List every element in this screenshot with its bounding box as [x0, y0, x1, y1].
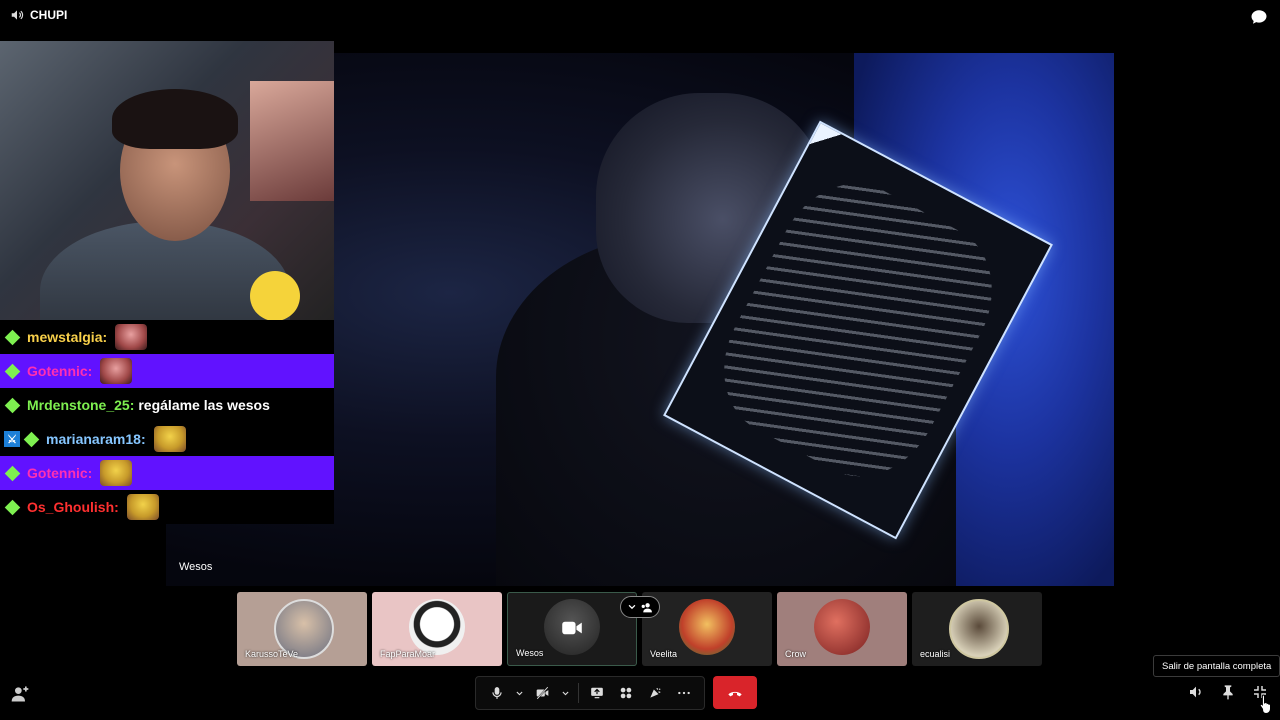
participant-tile[interactable]: Crow: [777, 592, 907, 666]
camera-options-button[interactable]: [561, 682, 571, 704]
chevron-down-icon: [516, 691, 523, 695]
chat-message: ⚔ marianaram18:: [0, 422, 334, 456]
chat-overlay: mewstalgia: Gotennic: Mrdenstone_25: reg…: [0, 320, 334, 524]
participant-tile[interactable]: FapParaMoar: [372, 592, 502, 666]
chevron-down-icon: [628, 604, 636, 610]
activities-icon: [620, 687, 631, 699]
camera-off-icon: [562, 621, 582, 635]
call-controls: [475, 676, 705, 710]
chat-username: Gotennic:: [27, 465, 93, 481]
speaker-icon: [11, 10, 24, 20]
badge-icon: [23, 431, 40, 447]
chevron-down-icon: [562, 691, 569, 695]
microphone-icon: [491, 687, 502, 699]
moderator-badge-icon: ⚔: [4, 431, 20, 447]
avatar: [679, 599, 735, 655]
participant-name: Veelita: [650, 649, 678, 659]
badge-icon: [4, 329, 21, 345]
chat-username: Mrdenstone_25:: [27, 397, 135, 413]
chat-username: Gotennic:: [27, 363, 93, 379]
participant-name: Crow: [785, 649, 807, 659]
avatar: [949, 599, 1009, 659]
divider: [577, 683, 579, 703]
avatar: [409, 599, 465, 655]
emote-icon: [100, 358, 133, 384]
chat-username: mewstalgia:: [27, 329, 108, 345]
camera-off-icon: [536, 686, 549, 700]
badge-icon: [4, 465, 21, 481]
channel-header: CHUPI: [10, 8, 67, 22]
poster: [250, 81, 334, 201]
participant-name: ecualisi: [920, 649, 951, 659]
emote-icon: [126, 494, 159, 520]
exit-fullscreen-tooltip: Salir de pantalla completa: [1153, 655, 1280, 677]
webcam-overlay: [0, 41, 334, 323]
more-icon: [677, 691, 690, 695]
participant-name: KarussoTeVe: [245, 649, 299, 659]
badge-icon: [4, 397, 21, 413]
mouse-cursor-icon: [1259, 694, 1271, 714]
screen-share-button[interactable]: [586, 682, 608, 704]
screen-share-icon: [590, 687, 603, 699]
soundboard-icon: [649, 687, 661, 698]
emote-icon: [153, 426, 186, 452]
volume-button[interactable]: [1186, 682, 1206, 702]
badge-icon: [4, 363, 21, 379]
chat-username: Os_Ghoulish:: [27, 499, 119, 515]
chat-message: Gotennic:: [0, 456, 334, 490]
webcam-person-hair: [112, 89, 238, 149]
people-icon: [641, 602, 652, 612]
mic-button[interactable]: [486, 682, 508, 704]
badge-icon: [4, 499, 21, 515]
hang-up-button[interactable]: [713, 676, 757, 709]
participant-tile[interactable]: ecualisi: [912, 592, 1042, 666]
chat-bubble-icon[interactable]: [1250, 8, 1268, 26]
chat-username: marianaram18:: [46, 431, 146, 447]
top-bar: CHUPI: [0, 0, 1280, 32]
activities-button[interactable]: [615, 682, 637, 704]
emote-icon: [100, 460, 133, 486]
channel-name: CHUPI: [30, 8, 68, 22]
mic-options-button[interactable]: [515, 682, 525, 704]
main-video-label: Wesos: [179, 561, 213, 573]
camera-button[interactable]: [532, 682, 554, 704]
participant-tile[interactable]: KarussoTeVe: [237, 592, 367, 666]
chat-message: Gotennic:: [0, 354, 334, 388]
participant-name: FapParaMoar: [380, 649, 436, 659]
participant-tile[interactable]: Wesos: [507, 592, 637, 666]
right-controls: [1186, 682, 1270, 702]
hang-up-icon: [728, 691, 742, 696]
volume-icon: [1190, 686, 1201, 698]
chat-text: regálame las wesos: [138, 397, 270, 413]
chat-message: Os_Ghoulish:: [0, 490, 334, 524]
more-button[interactable]: [673, 682, 695, 704]
chat-message: Mrdenstone_25: regálame las wesos: [0, 388, 334, 422]
pin-button[interactable]: [1218, 682, 1238, 702]
emote-icon: [115, 324, 148, 350]
participant-tile[interactable]: Veelita: [642, 592, 772, 666]
participant-name: Wesos: [516, 648, 544, 658]
chat-message: mewstalgia:: [0, 320, 334, 354]
plush-toy: [250, 271, 300, 321]
pin-icon: [1223, 685, 1233, 700]
soundboard-button[interactable]: [644, 682, 666, 704]
expand-participants-button[interactable]: [620, 596, 660, 618]
invite-user-icon[interactable]: [10, 684, 30, 704]
avatar: [814, 599, 870, 655]
